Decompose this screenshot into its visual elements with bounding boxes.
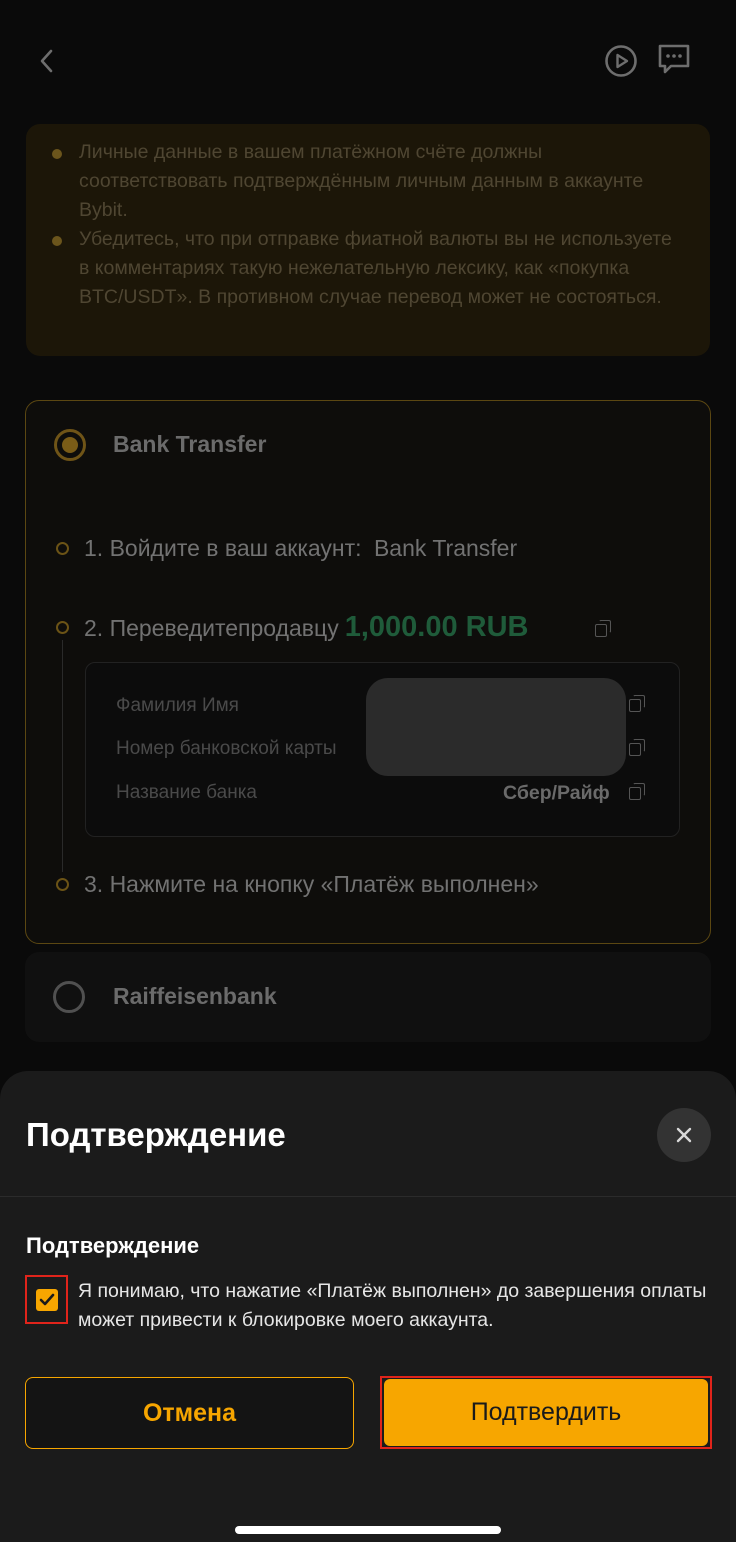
chevron-left-icon (40, 49, 53, 73)
payment-method-title: Raiffeisenbank (113, 983, 277, 1009)
step-2-text: 2. Переведитепродавцу (84, 615, 339, 641)
detail-label-name: Фамилия Имя (116, 695, 239, 716)
detail-label-bank-name: Название банка (116, 782, 257, 803)
step-dot-icon (56, 621, 69, 634)
radio-unselected-icon[interactable] (53, 981, 85, 1013)
step-1-value: Bank Transfer (373, 535, 518, 561)
step-1-text: 1. Войдите в ваш аккаунт: (84, 535, 362, 561)
step-1: 1. Войдите в ваш аккаунт: Bank Transfer (84, 535, 517, 562)
cancel-button[interactable]: Отмена (25, 1377, 354, 1449)
payment-method-title: Bank Transfer (113, 431, 267, 457)
divider (0, 1196, 736, 1197)
copy-amount-icon[interactable] (595, 620, 611, 637)
chat-button[interactable] (654, 40, 694, 78)
step-3: 3. Нажмите на кнопку «Платёж выполнен» (84, 871, 539, 897)
confirm-button[interactable]: Подтвердить (384, 1379, 708, 1446)
warning-item: Личные данные в вашем платёжном счёте до… (52, 138, 686, 225)
detail-label-card-number: Номер банковской карты (116, 738, 337, 759)
radio-selected-icon[interactable] (54, 429, 86, 461)
sheet-title: Подтверждение (26, 1116, 286, 1153)
copy-card-number-icon[interactable] (629, 739, 645, 756)
close-button[interactable] (657, 1108, 711, 1162)
step-dot-icon (56, 542, 69, 555)
consent-text[interactable]: Я понимаю, что нажатие «Платёж выполнен»… (78, 1277, 708, 1335)
home-indicator[interactable] (235, 1526, 501, 1534)
confirmation-subtitle: Подтверждение (26, 1233, 200, 1258)
warning-notice: Личные данные в вашем платёжном счёте до… (26, 124, 710, 356)
step-dot-icon (56, 878, 69, 891)
consent-checkbox[interactable] (35, 1288, 58, 1311)
steps-connector (62, 640, 63, 872)
play-circle-icon (605, 45, 637, 77)
close-icon (676, 1127, 692, 1143)
redacted-area (366, 678, 626, 776)
chat-icon (658, 44, 690, 74)
copy-bank-name-icon[interactable] (629, 783, 645, 800)
video-guide-button[interactable] (602, 42, 640, 80)
warning-item: Убедитесь, что при отправке фиатной валю… (52, 225, 686, 312)
copy-name-icon[interactable] (629, 695, 645, 712)
step-2: 2. Переведитепродавцу 1,000.00 RUB (84, 611, 528, 644)
checkmark-icon (39, 1293, 54, 1305)
transfer-amount: 1,000.00 RUB (344, 611, 529, 643)
back-button[interactable] (28, 42, 66, 80)
consent-checkbox-highlight[interactable] (25, 1275, 68, 1324)
detail-value-bank-name: Сбер/Райф (503, 782, 610, 804)
